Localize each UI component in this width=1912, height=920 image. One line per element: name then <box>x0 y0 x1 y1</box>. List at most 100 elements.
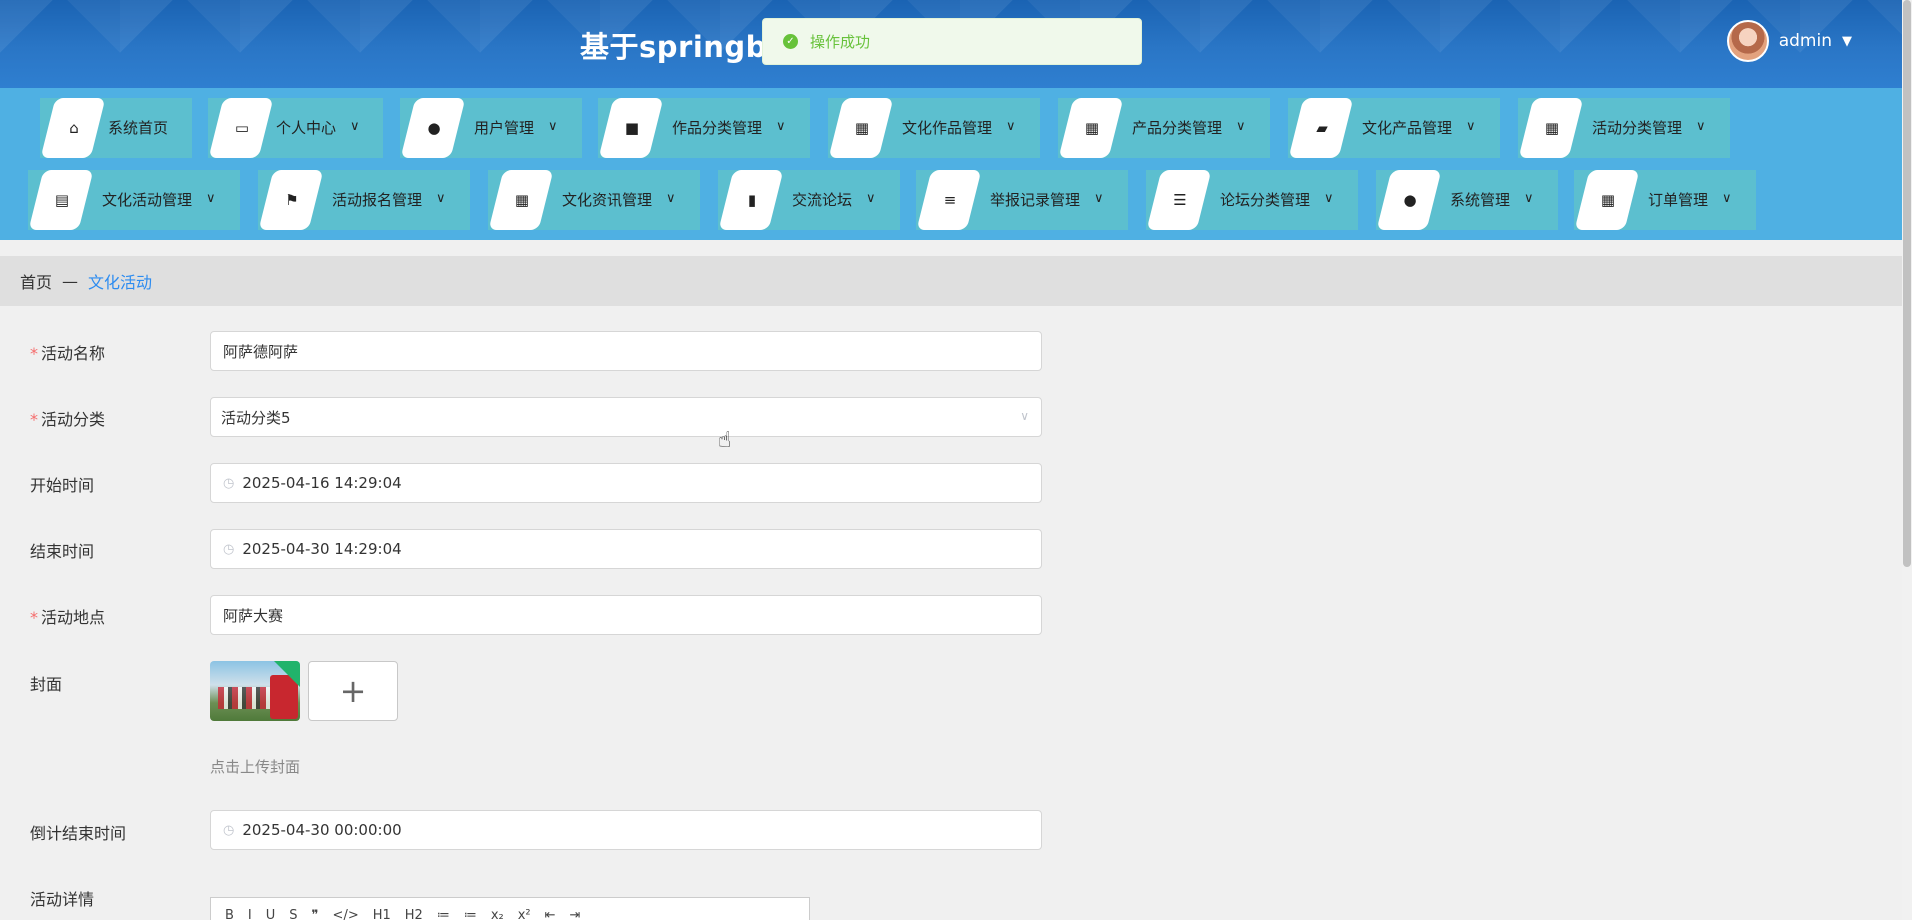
location-input[interactable]: 阿萨大赛 <box>210 595 1042 635</box>
nav-item-activity-registration[interactable]: ⚑ 活动报名管理 ∨ <box>258 170 470 230</box>
breadcrumb-current: 文化活动 <box>88 273 153 292</box>
chevron-down-icon: ∨ <box>1722 191 1732 206</box>
nav-item-system-management[interactable]: ● 系统管理 ∨ <box>1376 170 1558 230</box>
plus-icon: + <box>339 672 367 710</box>
location-label: * 活动地点 <box>30 608 106 627</box>
cover-thumbnail[interactable] <box>210 661 300 721</box>
nav-item-forum[interactable]: ▮ 交流论坛 ∨ <box>718 170 900 230</box>
subscript-button[interactable]: x₂ <box>491 908 504 920</box>
nav-item-report-records[interactable]: ≡ 举报记录管理 ∨ <box>916 170 1128 230</box>
breadcrumb-separator: — <box>62 271 79 291</box>
breadcrumb-home[interactable]: 首页 <box>20 269 52 293</box>
user-name[interactable]: admin <box>1779 31 1832 51</box>
nav-label: 作品分类管理 <box>672 119 763 137</box>
nav-label: 系统首页 <box>108 119 169 137</box>
nav-item-cultural-works[interactable]: ▦ 文化作品管理 ∨ <box>828 98 1040 158</box>
nav-item-user-management[interactable]: ● 用户管理 ∨ <box>400 98 582 158</box>
underline-button[interactable]: U <box>266 908 276 920</box>
cover-label: 封面 <box>30 675 63 694</box>
chevron-down-icon: ∨ <box>1236 119 1246 134</box>
details-label: 活动详情 <box>30 890 95 909</box>
bullet-list-button[interactable]: ≔ <box>464 908 477 920</box>
grid-icon: ▦ <box>1084 119 1100 137</box>
superscript-button[interactable]: x² <box>518 908 531 920</box>
nav-label: 活动分类管理 <box>1592 119 1683 137</box>
end-time-picker[interactable]: ◷ 2025-04-30 14:29:04 <box>210 529 1042 569</box>
nav-label: 产品分类管理 <box>1132 119 1223 137</box>
indent-button[interactable]: ⇥ <box>570 908 581 920</box>
h1-button[interactable]: H1 <box>373 908 391 920</box>
nav-item-cultural-activities[interactable]: ▤ 文化活动管理 ∨ <box>28 170 240 230</box>
outdent-button[interactable]: ⇤ <box>545 908 556 920</box>
nav-item-activity-category[interactable]: ▦ 活动分类管理 ∨ <box>1518 98 1730 158</box>
grid-icon: ▦ <box>854 119 870 137</box>
nav-item-personal-center[interactable]: ▭ 个人中心 ∨ <box>208 98 383 158</box>
nav-label: 论坛分类管理 <box>1220 191 1311 209</box>
nav-label: 文化作品管理 <box>902 119 993 137</box>
clipboard-icon: ▤ <box>54 191 70 209</box>
nav-label: 活动报名管理 <box>332 191 423 209</box>
nav-item-order-management[interactable]: ▦ 订单管理 ∨ <box>1574 170 1756 230</box>
briefcase-icon: ■ <box>624 119 640 137</box>
nav-label: 系统管理 <box>1450 191 1511 209</box>
chevron-down-icon: ∨ <box>1006 119 1016 134</box>
nav-item-product-category[interactable]: ▦ 产品分类管理 ∨ <box>1058 98 1270 158</box>
chevron-down-icon: ∨ <box>666 191 676 206</box>
chevron-down-icon: ∨ <box>1696 119 1706 134</box>
user-menu[interactable]: admin ▼ <box>1726 20 1852 62</box>
strike-button[interactable]: S <box>289 908 297 920</box>
wallet-icon: ▰ <box>1316 119 1328 137</box>
scrollbar-thumb[interactable] <box>1903 0 1911 567</box>
caret-down-icon[interactable]: ▼ <box>1842 34 1852 49</box>
italic-button[interactable]: I <box>248 908 252 920</box>
clock-icon: ◷ <box>223 822 235 838</box>
user-icon: ● <box>427 119 441 137</box>
activity-category-label: * 活动分类 <box>30 410 106 429</box>
chevron-down-icon: ∨ <box>1466 119 1476 134</box>
countdown-picker[interactable]: ◷ 2025-04-30 00:00:00 <box>210 810 1042 850</box>
nav-label: 文化活动管理 <box>102 191 193 209</box>
bulb-icon: ● <box>1403 191 1417 209</box>
bold-button[interactable]: B <box>225 908 234 920</box>
sliders-icon: ☰ <box>1173 191 1187 209</box>
apps-icon: ▦ <box>1600 191 1616 209</box>
book-icon: ▮ <box>747 191 757 209</box>
start-time-label: 开始时间 <box>30 476 95 495</box>
nav-label: 个人中心 <box>276 119 337 137</box>
h2-button[interactable]: H2 <box>405 908 423 920</box>
chevron-down-icon: ∨ <box>548 119 558 134</box>
activity-category-select[interactable]: 活动分类5 ∨ <box>210 397 1042 437</box>
quote-button[interactable]: ❞ <box>312 908 319 920</box>
nav-label: 文化产品管理 <box>1362 119 1453 137</box>
card-icon: ▭ <box>234 119 250 137</box>
grid-icon: ▦ <box>1544 119 1560 137</box>
chevron-down-icon: ∨ <box>1524 191 1534 206</box>
breadcrumb: 首页 — 文化活动 <box>0 256 1902 306</box>
clock-icon: ◷ <box>223 541 235 557</box>
toast-message: 操作成功 <box>810 33 871 51</box>
nav-item-cultural-news[interactable]: ▦ 文化资讯管理 ∨ <box>488 170 700 230</box>
nav-label: 订单管理 <box>1648 191 1709 209</box>
nav-item-forum-category[interactable]: ☰ 论坛分类管理 ∨ <box>1146 170 1358 230</box>
activity-name-input[interactable]: 阿萨德阿萨 <box>210 331 1042 371</box>
chevron-down-icon: ∨ <box>436 191 446 206</box>
grid-icon: ▦ <box>514 191 530 209</box>
nav-item-cultural-products[interactable]: ▰ 文化产品管理 ∨ <box>1288 98 1500 158</box>
upload-hint: 点击上传封面 <box>210 758 301 776</box>
upload-button[interactable]: + <box>308 661 398 721</box>
list-icon: ≡ <box>943 191 957 209</box>
clock-icon: ◷ <box>223 475 235 491</box>
ordered-list-button[interactable]: ≔ <box>437 908 450 920</box>
avatar[interactable] <box>1726 20 1769 62</box>
chevron-down-icon: ∨ <box>866 191 876 206</box>
start-time-picker[interactable]: ◷ 2025-04-16 14:29:04 <box>210 463 1042 503</box>
countdown-label: 倒计结束时间 <box>30 824 127 843</box>
home-icon: ⌂ <box>69 119 79 137</box>
flag-icon: ⚑ <box>285 191 299 209</box>
nav-item-home[interactable]: ⌂ 系统首页 <box>40 98 192 158</box>
chevron-down-icon: ∨ <box>1324 191 1334 206</box>
nav-item-work-category[interactable]: ■ 作品分类管理 ∨ <box>598 98 810 158</box>
code-button[interactable]: </> <box>333 908 359 920</box>
activity-name-label: * 活动名称 <box>30 344 106 363</box>
page-scrollbar[interactable] <box>1902 0 1912 920</box>
